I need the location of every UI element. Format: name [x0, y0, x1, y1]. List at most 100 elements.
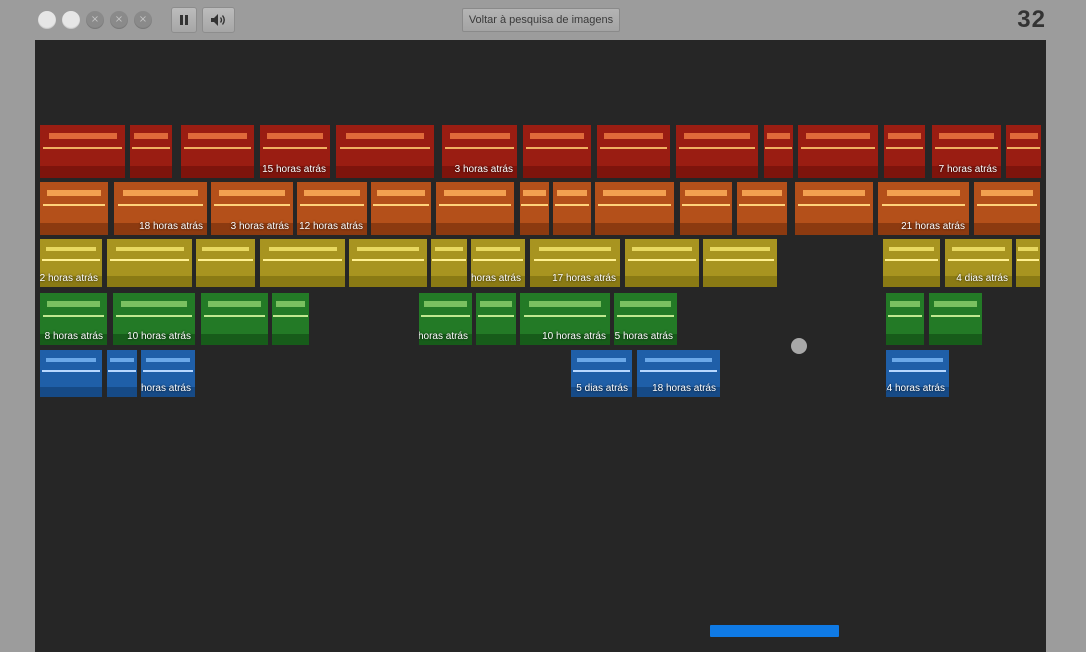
brick-thumbnail-stripe [110, 357, 134, 363]
brick-time-label: 4 dias atrás [956, 273, 1008, 284]
pause-button[interactable] [171, 7, 197, 33]
brick-thumbnail-stripe [434, 246, 464, 252]
brick-thumbnail-stripe [299, 204, 365, 207]
brick-thumbnail-stripe [42, 314, 105, 317]
brick-thumbnail-stripe [627, 259, 697, 262]
brick-green [201, 293, 268, 345]
brick-thumbnail-stripe [345, 133, 425, 139]
brick-red: 7 horas atrás [932, 125, 1001, 178]
life-lost-indicator-1: × [86, 11, 104, 29]
brick-thumbnail-stripe [48, 133, 117, 139]
brick-thumbnail-stripe [599, 147, 668, 150]
brick-yellow [431, 239, 467, 287]
brick-thumbnail-ground [1016, 276, 1040, 287]
brick-thumbnail-stripe [262, 147, 328, 150]
brick-green [272, 293, 309, 345]
game-playfield[interactable]: 14 horas atrás 18 horas atrás 5 dias atrás… [35, 40, 1046, 652]
brick-thumbnail-stripe [798, 204, 870, 207]
brick-thumbnail-stripe [554, 204, 590, 207]
brick-red [1006, 125, 1041, 178]
ball [791, 338, 807, 354]
brick-blue [40, 350, 102, 397]
brick-orange [371, 182, 431, 235]
brick-orange [520, 182, 549, 235]
brick-thumbnail-stripe [679, 147, 755, 150]
paddle[interactable] [710, 625, 839, 637]
brick-green: 10 horas atrás [520, 293, 610, 345]
brick-time-label: 10 horas atrás [542, 331, 606, 342]
brick-thumbnail-stripe [888, 133, 921, 139]
brick-thumbnail-ground [764, 166, 793, 178]
brick-orange [553, 182, 591, 235]
brick-thumbnail-stripe [976, 204, 1038, 207]
brick-time-label: 15 horas atrás [262, 164, 326, 175]
brick-thumbnail-ground [260, 276, 345, 287]
brick-thumbnail-stripe [123, 190, 198, 196]
brick-thumbnail-stripe [934, 301, 977, 307]
brick-thumbnail-ground [40, 166, 125, 178]
brick-yellow [196, 239, 255, 287]
brick-thumbnail-stripe [947, 259, 1010, 262]
brick-yellow: 17 horas atrás [530, 239, 620, 287]
brick-time-label: 7 horas atrás [938, 164, 997, 175]
brick-red [523, 125, 591, 178]
brick-thumbnail-stripe [46, 357, 96, 363]
brick-thumbnail-stripe [449, 133, 510, 139]
brick-thumbnail-ground [974, 223, 1040, 235]
brick-time-label: 5 dias atrás [576, 383, 628, 394]
brick-thumbnail-stripe [143, 369, 193, 372]
sound-button[interactable] [202, 7, 235, 33]
brick-thumbnail-stripe [885, 147, 924, 150]
brick-thumbnail-stripe [685, 190, 727, 196]
brick-thumbnail-stripe [117, 204, 204, 207]
brick-time-label: 10 horas atrás [127, 331, 191, 342]
brick-green: 5 horas atrás [614, 293, 677, 345]
brick-thumbnail-stripe [1018, 246, 1038, 252]
brick-thumbnail-ground [680, 223, 732, 235]
brick-time-label: 12 horas atrás [299, 221, 363, 232]
brick-thumbnail-stripe [116, 314, 192, 317]
brick-thumbnail-stripe [525, 147, 589, 150]
brick-thumbnail-stripe [889, 301, 921, 307]
brick-thumbnail-stripe [339, 147, 431, 150]
back-to-image-search-button[interactable]: Voltar à pesquisa de imagens [462, 8, 620, 32]
brick-thumbnail-stripe [198, 259, 253, 262]
brick-thumbnail-ground [201, 333, 268, 345]
brick-thumbnail-ground [181, 166, 254, 178]
brick-thumbnail-stripe [938, 133, 995, 139]
brick-thumbnail-stripe [134, 133, 168, 139]
brick-thumbnail-stripe [424, 301, 467, 307]
brick-thumbnail-ground [371, 223, 431, 235]
brick-time-label: 3 horas atrás [454, 164, 513, 175]
brick-thumbnail-ground [703, 276, 777, 287]
brick-thumbnail-stripe [42, 259, 100, 262]
brick-thumbnail-ground [196, 276, 255, 287]
brick-thumbnail-stripe [108, 369, 136, 372]
brick-orange [974, 182, 1040, 235]
brick-thumbnail-stripe [951, 246, 1006, 252]
brick-thumbnail-stripe [473, 259, 523, 262]
brick-thumbnail-ground [553, 223, 591, 235]
brick-thumbnail-stripe [46, 246, 96, 252]
brick-thumbnail-stripe [46, 301, 101, 307]
brick-thumbnail-stripe [892, 357, 943, 363]
brick-thumbnail-stripe [801, 147, 875, 150]
brick-red [336, 125, 434, 178]
brick-thumbnail-stripe [602, 190, 667, 196]
brick-thumbnail-stripe [445, 147, 514, 150]
brick-thumbnail-stripe [705, 259, 775, 262]
game-toolbar: × × × Voltar à pesquisa de imagens 32 [0, 0, 1086, 40]
brick-time-label: 2 horas atrás [40, 273, 98, 284]
brick-thumbnail-stripe [110, 259, 189, 262]
brick-yellow [260, 239, 345, 287]
brick-thumbnail-stripe [263, 259, 342, 262]
brick-green [886, 293, 924, 345]
brick-thumbnail-stripe [887, 314, 923, 317]
brick-green [476, 293, 516, 345]
brick-thumbnail-ground [1006, 166, 1041, 178]
brick-thumbnail-stripe [275, 301, 306, 307]
brick-thumbnail-stripe [645, 357, 712, 363]
brick-time-label: 18 horas atrás [652, 383, 716, 394]
brick-thumbnail-ground [886, 333, 924, 345]
brick-thumbnail-ground [130, 166, 172, 178]
